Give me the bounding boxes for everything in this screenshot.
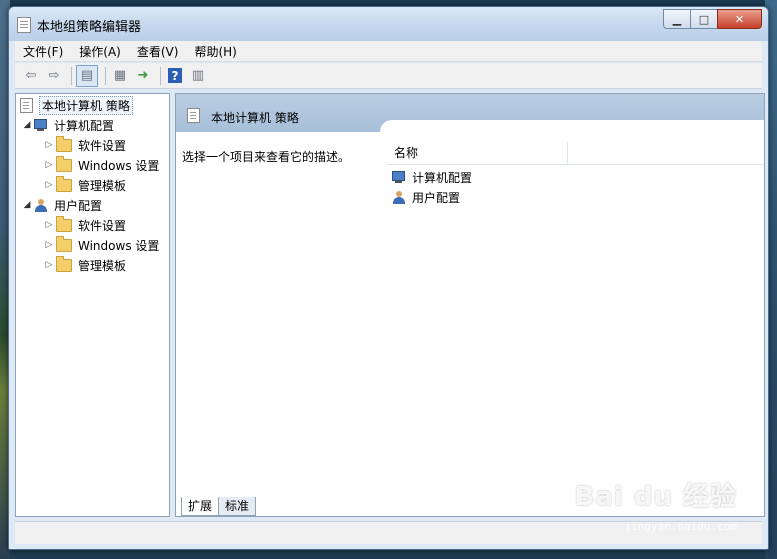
title-bar[interactable]: 本地组策略编辑器 ▁ □ ✕ (9, 7, 768, 41)
export-list-icon[interactable]: ➜ (133, 66, 153, 86)
collapse-arrow-icon[interactable]: ▷ (44, 260, 54, 270)
policy-app-icon (17, 17, 31, 33)
tree-item-software-settings[interactable]: ▷ 软件设置 (44, 215, 127, 234)
tree-item-label: Windows 设置 (78, 238, 160, 253)
column-name-header[interactable]: 名称 (386, 142, 568, 164)
tree-item-software-settings[interactable]: ▷ 软件设置 (44, 135, 127, 154)
menu-file[interactable]: 文件(F) (15, 43, 71, 60)
menu-help[interactable]: 帮助(H) (186, 43, 244, 60)
tree-pane: 本地计算机 策略 ◢ 计算机配置 ▷ 软件设置 ▷ Windows 设置 ▷ 管… (15, 93, 170, 517)
baidu-watermark: Bai du 经验 (574, 482, 737, 512)
folder-icon (56, 235, 72, 252)
folder-icon (56, 255, 72, 272)
tree-item-label: 管理模板 (78, 258, 127, 273)
minimize-button[interactable]: ▁ (663, 9, 691, 29)
user-icon (392, 190, 407, 204)
tree-item-label: 管理模板 (78, 178, 127, 193)
close-button[interactable]: ✕ (717, 9, 762, 29)
tree-item-admin-templates[interactable]: ▷ 管理模板 (44, 255, 127, 274)
folder-icon (56, 135, 72, 152)
tab-extended[interactable]: 扩展 (181, 497, 220, 516)
toolbar-separator (71, 66, 72, 85)
tree-item-label: 软件设置 (78, 218, 127, 233)
list-item-user-config[interactable]: 用户配置 (392, 188, 460, 206)
details-pane: 本地计算机 策略 选择一个项目来查看它的描述。 名称 计算机配置 用户配置 (175, 93, 765, 517)
list-item-label: 用户配置 (412, 190, 461, 205)
folder-icon (56, 155, 72, 172)
view-pane-icon[interactable]: ▥ (188, 66, 208, 86)
properties-icon[interactable]: ▦ (110, 66, 130, 86)
tree-item-label: 计算机配置 (54, 118, 115, 133)
tree-item-admin-templates[interactable]: ▷ 管理模板 (44, 175, 127, 194)
tree-item-windows-settings[interactable]: ▷ Windows 设置 (44, 235, 160, 254)
window-title: 本地组策略编辑器 (37, 20, 142, 35)
computer-icon (392, 171, 407, 183)
folder-icon (56, 215, 72, 232)
show-hide-tree-icon[interactable]: ▤ (76, 64, 98, 87)
folder-icon (56, 175, 72, 192)
menu-bar: 文件(F) 操作(A) 查看(V) 帮助(H) (15, 41, 762, 62)
help-icon[interactable]: ? (165, 66, 185, 86)
tree-item-user-config[interactable]: ◢ 用户配置 (22, 196, 102, 214)
list-item-label: 计算机配置 (412, 170, 473, 185)
collapse-arrow-icon[interactable]: ▷ (44, 180, 54, 190)
toolbar-separator (105, 66, 106, 85)
tree-item-local-computer-policy[interactable]: 本地计算机 策略 (20, 95, 133, 115)
description-text: 选择一个项目来查看它的描述。 (182, 150, 351, 164)
gpedit-window: 本地组策略编辑器 ▁ □ ✕ 文件(F) 操作(A) 查看(V) 帮助(H) ⇦… (8, 6, 769, 550)
collapse-arrow-icon[interactable]: ▷ (44, 160, 54, 170)
list-column-header: 名称 (386, 142, 764, 165)
user-icon (34, 198, 49, 212)
tree-item-computer-config[interactable]: ◢ 计算机配置 (22, 116, 114, 134)
list-item-computer-config[interactable]: 计算机配置 (392, 168, 472, 186)
menu-action[interactable]: 操作(A) (71, 43, 129, 60)
collapse-arrow-icon[interactable]: ▷ (44, 220, 54, 230)
tree-item-label: 本地计算机 策略 (39, 95, 133, 115)
policy-document-icon (20, 97, 33, 113)
tree-item-label: 用户配置 (54, 198, 103, 213)
view-tabs: 扩展 标准 (181, 497, 257, 517)
collapse-arrow-icon[interactable]: ▷ (44, 140, 54, 150)
toolbar: ⇦ ⇨ ▤ ▦ ➜ ? ▥ (15, 63, 762, 89)
expand-arrow-icon[interactable]: ◢ (22, 200, 32, 210)
forward-arrow-icon[interactable]: ⇨ (44, 66, 64, 86)
menu-view[interactable]: 查看(V) (129, 43, 187, 60)
collapse-arrow-icon[interactable]: ▷ (44, 240, 54, 250)
maximize-button[interactable]: □ (690, 9, 718, 29)
back-arrow-icon[interactable]: ⇦ (21, 66, 41, 86)
tree-item-label: Windows 设置 (78, 158, 160, 173)
expand-arrow-icon[interactable]: ◢ (22, 120, 32, 130)
tab-standard[interactable]: 标准 (218, 497, 257, 516)
tree-item-windows-settings[interactable]: ▷ Windows 设置 (44, 155, 160, 174)
computer-icon (34, 119, 49, 131)
policy-document-icon (187, 108, 200, 123)
details-title: 本地计算机 策略 (211, 111, 299, 125)
tree-item-label: 软件设置 (78, 138, 127, 153)
toolbar-separator (160, 66, 161, 85)
baidu-watermark-url: jingyan.baidu.com (624, 520, 737, 533)
